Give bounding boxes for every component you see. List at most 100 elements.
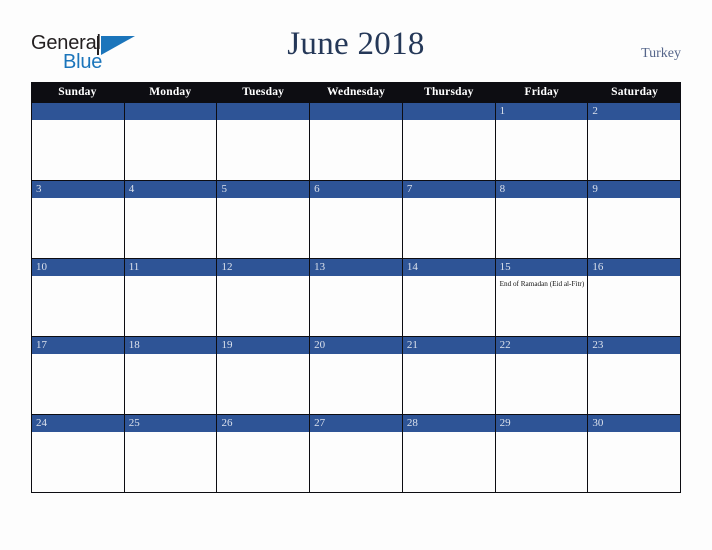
day-cell-10[interactable]: 10	[31, 259, 125, 336]
day-cell-13[interactable]: 13	[310, 259, 403, 336]
day-cell-22[interactable]: 22	[495, 337, 589, 414]
day-cell-15[interactable]: 15 End of Ramadan (Eid al-Fitr)	[495, 259, 589, 336]
day-cell-19[interactable]: 19	[217, 337, 311, 414]
day-cell-30[interactable]: 30	[588, 415, 682, 492]
day-cell-24[interactable]: 24	[31, 415, 125, 492]
day-cell-17[interactable]: 17	[31, 337, 125, 414]
day-number: 12	[221, 261, 233, 273]
day-number-bar	[32, 103, 124, 120]
day-number: 5	[221, 183, 227, 195]
day-cell-14[interactable]: 14	[402, 259, 496, 336]
day-cell-empty[interactable]	[402, 103, 496, 180]
day-number-bar: 28	[402, 415, 495, 432]
day-number: 16	[592, 261, 604, 273]
day-number: 8	[499, 183, 506, 195]
day-cell-8[interactable]: 8	[495, 181, 589, 258]
weekday-label-friday: Friday	[524, 86, 559, 98]
day-number: 29	[499, 417, 511, 429]
day-number-bar: 9	[588, 181, 681, 198]
day-number: 30	[592, 417, 604, 429]
day-number: 28	[406, 417, 418, 429]
day-number: 23	[592, 339, 604, 351]
day-number: 7	[406, 183, 413, 195]
weekday-label-tuesday: Tuesday	[242, 86, 285, 98]
day-cell-20[interactable]: 20	[310, 337, 403, 414]
day-cell-28[interactable]: 28	[402, 415, 496, 492]
day-number: 4	[128, 183, 135, 195]
day-cell-21[interactable]: 21	[402, 337, 496, 414]
day-number-bar: 18	[124, 337, 217, 354]
week-row: 10 11 12 13 14 15 End of Ramadan (Eid al-Fitr)…	[31, 259, 682, 337]
day-number-bar	[310, 103, 402, 120]
day-number-bar: 14	[402, 259, 495, 276]
weekday-label-saturday: Saturday	[611, 86, 659, 98]
day-cell-9[interactable]: 9	[588, 181, 682, 258]
day-cell-3[interactable]: 3	[31, 181, 125, 258]
day-cell-5[interactable]: 5	[217, 181, 311, 258]
day-cell-29[interactable]: 29	[495, 415, 589, 492]
day-cell-7[interactable]: 7	[402, 181, 496, 258]
day-number-bar: 25	[124, 415, 217, 432]
day-cell-18[interactable]: 18	[124, 337, 218, 414]
day-number: 24	[36, 417, 47, 429]
week-row: 3 4 5 6 7 8 9	[31, 181, 682, 259]
day-number: 1	[499, 105, 506, 117]
day-cell-1[interactable]: 1	[495, 103, 589, 180]
day-number-bar: 1	[495, 103, 588, 120]
day-number: 27	[314, 417, 326, 429]
day-cell-27[interactable]: 27	[310, 415, 403, 492]
day-number-bar: 6	[310, 181, 402, 198]
day-number-bar: 27	[310, 415, 402, 432]
day-cell-16[interactable]: 16	[588, 259, 682, 336]
day-number-bar: 13	[310, 259, 402, 276]
day-number: 10	[36, 261, 47, 273]
day-number-bar	[217, 103, 310, 120]
day-number-bar: 3	[32, 181, 124, 198]
day-number-bar: 16	[588, 259, 681, 276]
day-number-bar: 12	[217, 259, 310, 276]
day-number-bar: 2	[588, 103, 681, 120]
day-number-bar: 21	[402, 337, 495, 354]
day-number-bar: 23	[588, 337, 681, 354]
day-number-bar: 7	[402, 181, 495, 198]
day-cell-empty[interactable]	[124, 103, 218, 180]
day-number: 18	[128, 339, 140, 351]
day-number-bar: 29	[495, 415, 588, 432]
day-number: 17	[36, 339, 47, 351]
day-cell-12[interactable]: 12	[217, 259, 311, 336]
calendar-grid: Sunday Monday Tuesday Wednesday Thursday Frid…	[31, 82, 682, 493]
day-number-bar: 10	[32, 259, 124, 276]
calendar-weeks: 1 2 3 4 5 6 7 8 9 10 11 12 13 14 15 End of Ramadan (Eid…	[31, 102, 682, 493]
day-number-bar: 20	[310, 337, 402, 354]
day-cell-empty[interactable]	[310, 103, 403, 180]
day-cell-25[interactable]: 25	[124, 415, 218, 492]
day-cell-6[interactable]: 6	[310, 181, 403, 258]
weekday-header-row: Sunday Monday Tuesday Wednesday Thursday Frid…	[31, 82, 681, 102]
day-number: 2	[592, 105, 598, 117]
day-number: 3	[36, 183, 42, 195]
week-row: 24 25 26 27 28 29 30	[31, 415, 682, 493]
weekday-label-thursday: Thursday	[424, 86, 474, 98]
day-number: 9	[592, 183, 598, 195]
day-cell-empty[interactable]	[217, 103, 311, 180]
day-number: 21	[406, 339, 418, 351]
day-number: 13	[314, 261, 326, 273]
page-title: June 2018	[287, 26, 425, 62]
day-number-bar: 19	[217, 337, 310, 354]
day-number-bar: 30	[588, 415, 681, 432]
day-cell-11[interactable]: 11	[124, 259, 218, 336]
day-event-label: End of Ramadan (Eid al-Fitr)	[499, 280, 585, 288]
day-number: 20	[314, 339, 326, 351]
day-cell-26[interactable]: 26	[217, 415, 311, 492]
page-header: General Blue June 2018 Turkey	[0, 0, 712, 82]
day-number-bar: 22	[495, 337, 588, 354]
day-number: 14	[406, 261, 418, 273]
day-number: 6	[314, 183, 320, 195]
day-cell-4[interactable]: 4	[124, 181, 218, 258]
day-cell-empty[interactable]	[31, 103, 125, 180]
country-label: Turkey	[641, 46, 681, 61]
day-cell-23[interactable]: 23	[588, 337, 682, 414]
day-cell-2[interactable]: 2	[588, 103, 682, 180]
day-number: 15	[499, 261, 511, 273]
day-number: 19	[221, 339, 233, 351]
